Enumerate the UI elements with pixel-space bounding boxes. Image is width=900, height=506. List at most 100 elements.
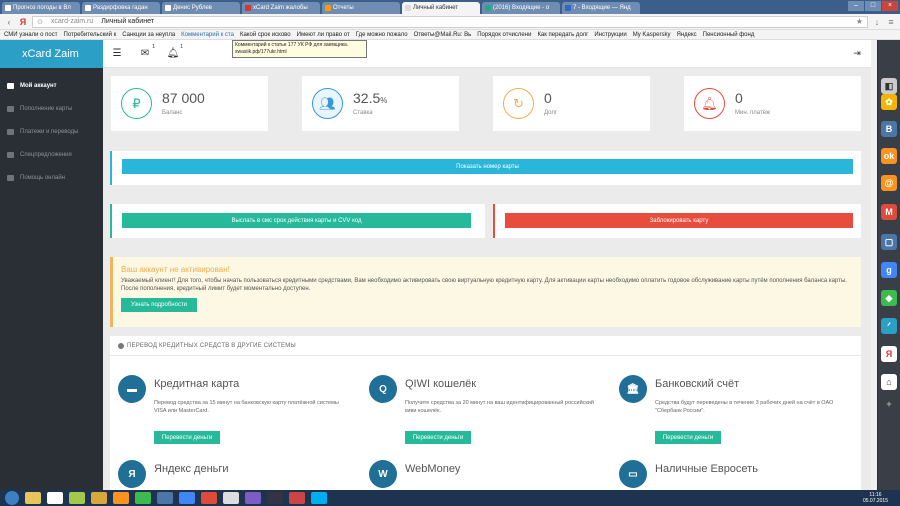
- download-icon[interactable]: ↓: [872, 17, 882, 27]
- explorer-icon[interactable]: [25, 492, 41, 504]
- browser-tab[interactable]: 7 - Входящие — Янд: [562, 2, 640, 14]
- translate-icon[interactable]: ▢: [881, 234, 897, 250]
- app-icon[interactable]: [289, 492, 305, 504]
- transfer-button[interactable]: Перевести деньги: [154, 431, 220, 444]
- bookmark-item[interactable]: Порядок отчислени: [477, 32, 531, 38]
- app-icon[interactable]: [179, 492, 195, 504]
- sidebar-item-topup[interactable]: Пополнение карты: [0, 97, 103, 120]
- hamburger-menu-icon[interactable]: ☰: [103, 40, 131, 68]
- bookmark-item[interactable]: Потребительский к: [64, 32, 117, 38]
- bell-icon[interactable]: 🔔︎ 1: [159, 40, 187, 68]
- browser-tab[interactable]: xCard Zaim жалобы: [242, 2, 320, 14]
- bookmark-item[interactable]: Комментарий к ста: [181, 32, 234, 38]
- sidebar-item-account[interactable]: Мой аккаунт: [0, 74, 103, 97]
- help-icon: [7, 174, 14, 181]
- mail-agent-icon[interactable]: @: [881, 175, 897, 191]
- url-input[interactable]: ⊙ xcard-zaim.ru Личный кабинет ★: [32, 15, 868, 28]
- favicon-icon: [85, 5, 91, 11]
- app-icon[interactable]: [69, 492, 85, 504]
- activation-notice: Ваш аккаунт не активирован! Уважаемый кл…: [110, 257, 861, 327]
- google-icon[interactable]: g: [881, 262, 897, 278]
- transfer-panel: ПЕРЕВОД КРЕДИТНЫХ СРЕДСТВ В ДРУГИЕ СИСТЕ…: [110, 336, 861, 490]
- favicon-icon: [565, 5, 571, 11]
- mail-icon[interactable]: ✉ 1: [131, 40, 159, 68]
- browser-tab[interactable]: (2016) Входящие - о: [482, 2, 560, 14]
- method-name: Наличные Евросеть: [655, 463, 758, 475]
- stat-value: 0: [735, 90, 743, 106]
- browser-tab[interactable]: Раздирфовка гадан: [82, 2, 160, 14]
- yandex-browser-icon[interactable]: Я: [18, 17, 28, 27]
- transfer-button[interactable]: Перевести деньги: [655, 431, 721, 444]
- maps-icon[interactable]: ◆: [881, 290, 897, 306]
- start-button-icon[interactable]: [5, 491, 19, 505]
- bookmark-item[interactable]: Санкции за неупла: [122, 32, 175, 38]
- steam-icon[interactable]: [267, 492, 283, 504]
- sidebar-item-payments[interactable]: Платежи и переводы: [0, 120, 103, 143]
- bookmark-item[interactable]: Какой срок исково: [240, 32, 291, 38]
- bookmark-tooltip: Комментарий к статье 177 УК РФ для заемщ…: [232, 40, 367, 58]
- chrome-icon[interactable]: [201, 492, 217, 504]
- browser-tab[interactable]: Денис Рублев: [162, 2, 240, 14]
- transfer-button[interactable]: Перевести деньги: [405, 431, 471, 444]
- show-card-number-button[interactable]: Показать номер карты: [122, 159, 853, 174]
- odnoklassniki-icon[interactable]: ok: [881, 148, 897, 164]
- add-icon[interactable]: +: [881, 396, 897, 412]
- yandex-icon[interactable]: ✿: [881, 94, 897, 110]
- sidebar-item-offers[interactable]: Спецпредложения: [0, 143, 103, 166]
- bookmark-item[interactable]: СМИ узнали о пост: [4, 32, 58, 38]
- browser-tab[interactable]: Прогноз погоды в Вл: [2, 2, 80, 14]
- sidebar-item-help[interactable]: Помощь онлайн: [0, 166, 103, 189]
- menu-icon[interactable]: ≡: [886, 17, 896, 27]
- browser-tab[interactable]: Отчеты: [322, 2, 400, 14]
- bookmark-item[interactable]: Пенсионный фонд: [703, 32, 755, 38]
- app-icon[interactable]: [135, 492, 151, 504]
- logout-icon[interactable]: ⇥: [843, 40, 871, 68]
- sms-panel: Выслать в смс срок действия карты и CVV …: [110, 204, 485, 238]
- viber-icon[interactable]: [245, 492, 261, 504]
- vk-app-icon[interactable]: [157, 492, 173, 504]
- odnoklassniki-app-icon[interactable]: [113, 492, 129, 504]
- favicon-icon: [245, 5, 251, 11]
- method-desc: Перевод средства за 15 минут на банковск…: [154, 400, 339, 414]
- lock-icon: ⊙: [37, 18, 43, 26]
- addon-icon[interactable]: ◧: [881, 78, 897, 94]
- gmail-icon[interactable]: M: [881, 204, 897, 220]
- stat-label: Мин. платёж: [735, 110, 771, 116]
- favicon-icon: [325, 5, 331, 11]
- app-icon[interactable]: [91, 492, 107, 504]
- vk-icon[interactable]: В: [881, 121, 897, 137]
- yandex-search-icon[interactable]: Я: [881, 346, 897, 362]
- send-sms-button[interactable]: Выслать в смс срок действия карты и CVV …: [122, 213, 471, 228]
- bell-badge: 1: [180, 43, 183, 50]
- home-icon[interactable]: ⌂: [881, 374, 897, 390]
- yandex-app-icon[interactable]: [47, 492, 63, 504]
- skype-icon[interactable]: [311, 492, 327, 504]
- close-icon[interactable]: ×: [882, 1, 898, 11]
- back-icon[interactable]: ‹: [4, 17, 14, 27]
- bookmark-item[interactable]: My Kaspersky: [633, 32, 671, 38]
- bookmark-item[interactable]: Как передать долг: [537, 32, 588, 38]
- webmoney-icon: W: [369, 460, 397, 488]
- stat-label: Баланс: [162, 110, 183, 116]
- window-controls: – □ ×: [848, 1, 898, 11]
- contacts-icon[interactable]: ᐟ: [881, 318, 897, 334]
- ruble-icon: ₽: [121, 88, 152, 119]
- bookmark-item[interactable]: Яндекс: [676, 32, 696, 38]
- app-topbar: ☰ ✉ 1 🔔︎ 1 ⇥: [103, 40, 871, 68]
- block-card-button[interactable]: Заблокировать карту: [505, 213, 853, 228]
- maximize-icon[interactable]: □: [865, 1, 881, 11]
- browser-tab-active[interactable]: Личный кабинет: [402, 2, 480, 14]
- block-panel: Заблокировать карту: [493, 204, 861, 238]
- stat-card-rate: 👥︎ 32.5% Ставка: [302, 76, 459, 131]
- minimize-icon[interactable]: –: [848, 1, 864, 11]
- yandex-browser-app-icon[interactable]: [223, 492, 239, 504]
- learn-more-button[interactable]: Узнать подробности: [121, 298, 197, 312]
- star-icon[interactable]: ★: [856, 17, 863, 26]
- bookmark-item[interactable]: Где можно пожало: [356, 32, 408, 38]
- bookmark-item[interactable]: Инструкции: [594, 32, 626, 38]
- bookmark-item[interactable]: Имеют ли право от: [297, 32, 350, 38]
- system-clock[interactable]: 11:16 05.07.2015: [863, 492, 900, 504]
- bookmark-item[interactable]: Ответы@Mail.Ru: Вь: [414, 32, 472, 38]
- app-logo[interactable]: xCard Zaim: [0, 40, 103, 68]
- transfer-icon: [7, 128, 14, 135]
